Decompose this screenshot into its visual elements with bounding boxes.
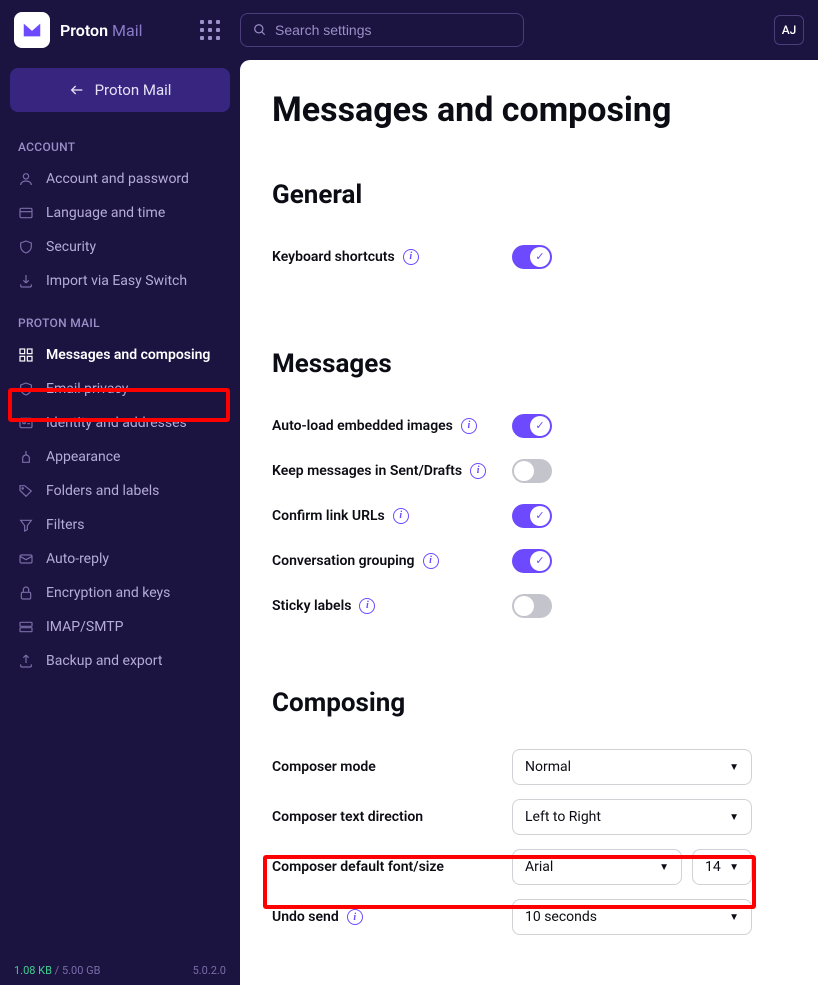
page-title: Messages and composing xyxy=(272,90,786,130)
logo[interactable]: Proton Mail xyxy=(14,12,174,48)
funnel-icon xyxy=(18,517,34,533)
messages-heading: Messages xyxy=(272,349,786,379)
arrow-left-icon xyxy=(69,82,85,98)
sidebar-item-account-password[interactable]: Account and password xyxy=(10,162,230,196)
auto-load-label: Auto-load embedded images i xyxy=(272,418,512,434)
chevron-down-icon: ▼ xyxy=(659,862,669,873)
auto-load-toggle[interactable]: ✓ xyxy=(512,414,552,438)
general-heading: General xyxy=(272,180,786,210)
chevron-down-icon: ▼ xyxy=(729,912,739,923)
font-size-select[interactable]: 14▼ xyxy=(692,849,752,885)
composing-heading: Composing xyxy=(272,688,786,718)
sidebar-item-label: Encryption and keys xyxy=(46,585,170,601)
sticky-toggle[interactable] xyxy=(512,594,552,618)
sidebar-item-label: Auto-reply xyxy=(46,551,109,567)
lock-icon xyxy=(18,585,34,601)
info-icon[interactable]: i xyxy=(403,249,419,265)
server-icon xyxy=(18,619,34,635)
keyboard-shortcuts-toggle[interactable]: ✓ xyxy=(512,245,552,269)
text-direction-select[interactable]: Left to Right▼ xyxy=(512,799,752,835)
font-size-label: Composer default font/size xyxy=(272,859,512,875)
sidebar-item-label: Identity and addresses xyxy=(46,415,187,431)
sidebar-item-filters[interactable]: Filters xyxy=(10,508,230,542)
info-icon[interactable]: i xyxy=(347,909,363,925)
keep-sent-label: Keep messages in Sent/Drafts i xyxy=(272,463,512,479)
shield-icon xyxy=(18,239,34,255)
sidebar-item-security[interactable]: Security xyxy=(10,230,230,264)
chevron-down-icon: ▼ xyxy=(729,762,739,773)
sidebar-item-label: Language and time xyxy=(46,205,165,221)
user-icon xyxy=(18,171,34,187)
sidebar-item-label: Appearance xyxy=(46,449,120,465)
search-icon xyxy=(253,23,267,37)
logo-text: Proton Mail xyxy=(60,21,142,40)
undo-send-select[interactable]: 10 seconds▼ xyxy=(512,899,752,935)
tag-icon xyxy=(18,483,34,499)
brush-icon xyxy=(18,449,34,465)
sidebar-item-messages-composing[interactable]: Messages and composing xyxy=(10,338,230,372)
undo-send-label: Undo send i xyxy=(272,909,512,925)
sidebar-item-label: Security xyxy=(46,239,96,255)
composer-mode-label: Composer mode xyxy=(272,759,512,775)
id-card-icon xyxy=(18,415,34,431)
sidebar-item-email-privacy[interactable]: Email privacy xyxy=(10,372,230,406)
reply-icon xyxy=(18,551,34,567)
info-icon[interactable]: i xyxy=(423,553,439,569)
footer: 1.08 KB / 5.00 GB 5.0.2.0 xyxy=(14,964,226,977)
info-icon[interactable]: i xyxy=(470,463,486,479)
search-input[interactable] xyxy=(275,22,511,38)
sticky-label: Sticky labels i xyxy=(272,598,512,614)
info-icon[interactable]: i xyxy=(359,598,375,614)
search-box[interactable] xyxy=(240,13,524,47)
chevron-down-icon: ▼ xyxy=(729,862,739,873)
shield-icon xyxy=(18,381,34,397)
confirm-links-label: Confirm link URLs i xyxy=(272,508,512,524)
sidebar-item-encryption[interactable]: Encryption and keys xyxy=(10,576,230,610)
confirm-links-toggle[interactable]: ✓ xyxy=(512,504,552,528)
avatar[interactable]: AJ xyxy=(774,15,804,45)
sidebar-item-appearance[interactable]: Appearance xyxy=(10,440,230,474)
conversation-toggle[interactable]: ✓ xyxy=(512,549,552,573)
section-account-label: ACCOUNT xyxy=(10,132,230,162)
apps-menu-icon[interactable] xyxy=(200,20,220,40)
sidebar-item-import[interactable]: Import via Easy Switch xyxy=(10,264,230,298)
sidebar-item-label: Import via Easy Switch xyxy=(46,273,187,289)
composer-mode-select[interactable]: Normal▼ xyxy=(512,749,752,785)
sidebar-item-imap-smtp[interactable]: IMAP/SMTP xyxy=(10,610,230,644)
export-icon xyxy=(18,653,34,669)
import-icon xyxy=(18,273,34,289)
sidebar-item-language-time[interactable]: Language and time xyxy=(10,196,230,230)
logo-icon xyxy=(14,12,50,48)
keep-sent-toggle[interactable] xyxy=(512,459,552,483)
info-icon[interactable]: i xyxy=(461,418,477,434)
text-direction-label: Composer text direction xyxy=(272,809,512,825)
chevron-down-icon: ▼ xyxy=(729,812,739,823)
sidebar-item-auto-reply[interactable]: Auto-reply xyxy=(10,542,230,576)
sidebar-item-label: Messages and composing xyxy=(46,347,210,363)
keyboard-shortcuts-label: Keyboard shortcuts i xyxy=(272,249,512,265)
sidebar-item-label: IMAP/SMTP xyxy=(46,619,123,635)
language-icon xyxy=(18,205,34,221)
back-button-label: Proton Mail xyxy=(95,81,172,99)
section-mail-label: PROTON MAIL xyxy=(10,308,230,338)
sidebar-item-label: Account and password xyxy=(46,171,189,187)
sidebar-item-identity[interactable]: Identity and addresses xyxy=(10,406,230,440)
info-icon[interactable]: i xyxy=(393,508,409,524)
conversation-label: Conversation grouping i xyxy=(272,553,512,569)
sidebar-item-label: Filters xyxy=(46,517,85,533)
sidebar-item-folders-labels[interactable]: Folders and labels xyxy=(10,474,230,508)
sidebar-item-label: Folders and labels xyxy=(46,483,159,499)
grid-icon xyxy=(18,347,34,363)
sidebar-item-label: Backup and export xyxy=(46,653,162,669)
back-button[interactable]: Proton Mail xyxy=(10,68,230,112)
font-select[interactable]: Arial▼ xyxy=(512,849,682,885)
sidebar-item-label: Email privacy xyxy=(46,381,128,397)
sidebar-item-backup-export[interactable]: Backup and export xyxy=(10,644,230,678)
